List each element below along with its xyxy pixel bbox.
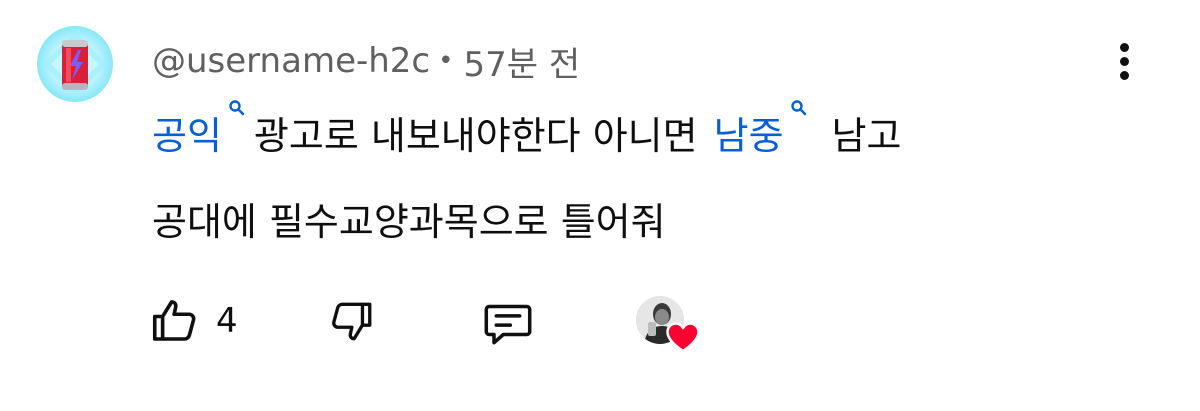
reply-button[interactable] (480, 296, 536, 352)
red-heart-icon (666, 322, 700, 352)
search-link-label: 공익 (152, 113, 222, 158)
search-link-gongik[interactable]: 공익 (152, 99, 254, 160)
more-options-button[interactable] (1106, 40, 1146, 84)
meta-separator: • (438, 46, 454, 76)
thumbs-up-icon (152, 300, 196, 341)
comment-icon (484, 304, 532, 345)
search-icon (229, 99, 245, 115)
energy-drink-can-avatar (43, 32, 107, 96)
comment-meta: @username-h2c • 57분 전 (152, 36, 580, 86)
search-link-namjung[interactable]: 남중 (713, 99, 816, 160)
comment-item: @username-h2c • 57분 전 공익 광고로 내보내야한다 아니면 … (0, 0, 1200, 411)
comment-text-line-2: 공대에 필수교양과목으로 틀어줘 (152, 190, 666, 246)
comment-action-bar: 4 (0, 290, 1200, 360)
like-button[interactable]: 4 (148, 294, 238, 348)
like-count: 4 (216, 301, 238, 341)
comment-text: 광고로 내보내야한다 아니면 (253, 113, 698, 158)
search-link-label: 남중 (713, 113, 784, 158)
creator-heart-badge (636, 296, 702, 356)
search-icon (790, 99, 806, 115)
user-avatar[interactable] (37, 26, 113, 102)
author-name[interactable]: @username-h2c (152, 41, 430, 81)
comment-text: 공대에 필수교양과목으로 틀어줘 (152, 199, 666, 244)
comment-text: 남고 (831, 113, 902, 158)
thumbs-down-icon (332, 302, 372, 341)
comment-timestamp[interactable]: 57분 전 (463, 37, 580, 86)
comment-text-line-1: 공익 광고로 내보내야한다 아니면 남중 남고 (152, 99, 902, 160)
dislike-button[interactable] (326, 296, 376, 346)
vertical-ellipsis-icon (1120, 43, 1129, 52)
